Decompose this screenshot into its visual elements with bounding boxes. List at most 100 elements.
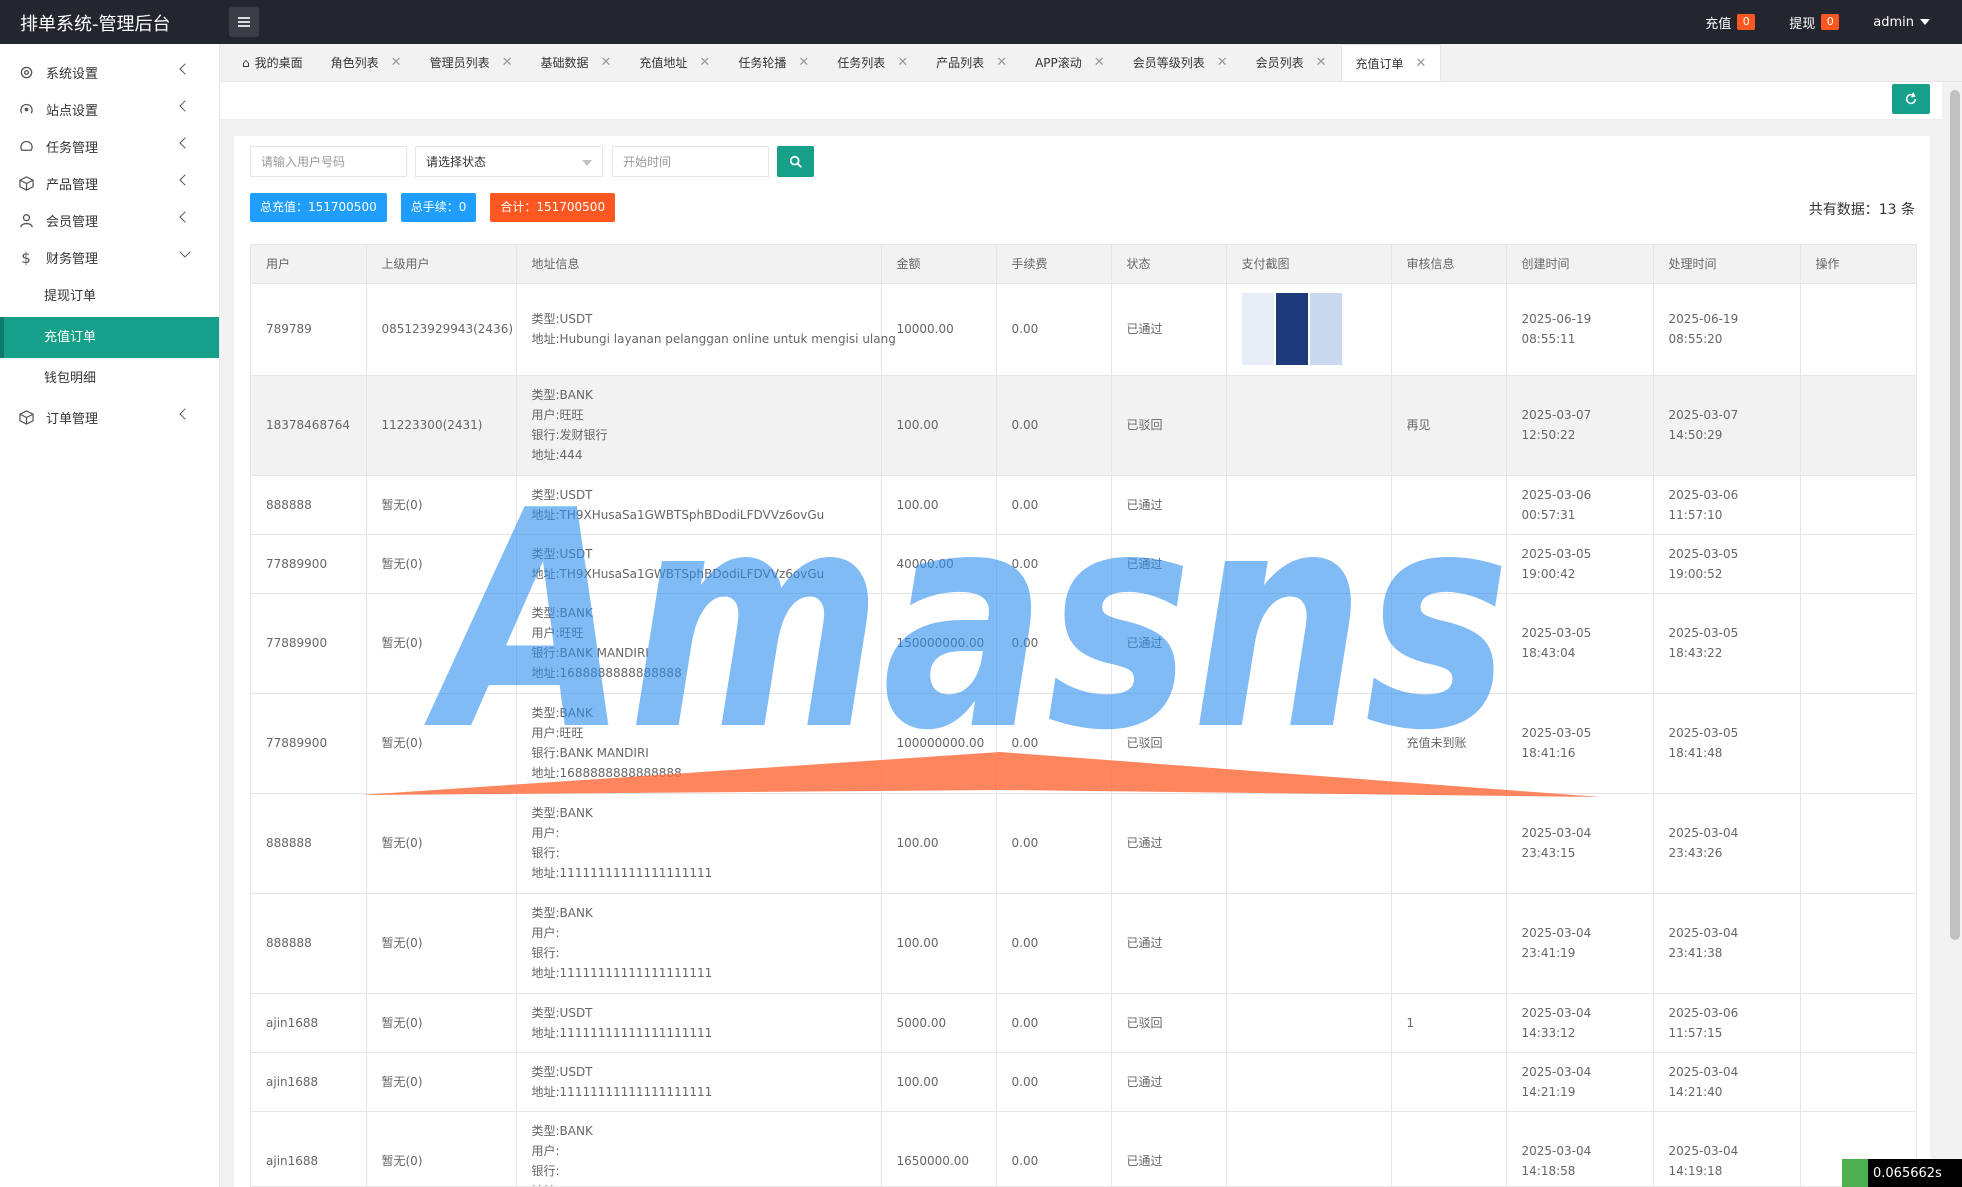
sidebar-item-label: 订单管理 [46,412,99,427]
close-icon[interactable]: ✕ [1316,55,1327,70]
cell-address: 类型:BANK 用户:旺旺 银行:BANK MANDIRI 地址:1688888888… [516,593,882,694]
cell-created: 2025-06-19 08:55:11 [1506,283,1654,376]
sidebar-subitem-recharge-orders[interactable]: 充值订单 [0,317,219,358]
sidebar-item-site-settings[interactable]: 站点设置 [0,91,219,128]
sidebar-item-label: 站点设置 [46,104,99,119]
address-line: 地址:11111111111111111111 [531,1025,713,1040]
recharge-badge: 0 [1737,14,1756,30]
cell-amount: 100000000.00 [881,693,997,794]
cell-status: 已通过 [1111,793,1227,894]
chevron-left-icon [179,211,191,223]
cell-amount: 100.00 [881,793,997,894]
cell-status: 已通过 [1111,283,1227,376]
cell-address: 类型:USDT 地址:TH9XHusaSa1GWBTSphBDodiLFDVVz6… [516,534,882,594]
cell-fee: 0.00 [996,283,1112,376]
cell-amount: 100.00 [881,475,997,535]
cell-audit: 再见 [1391,375,1507,476]
caret-down-icon [1920,19,1930,25]
thumbnail-panel [1309,293,1342,365]
cell-actions [1800,475,1916,535]
tab-member-list[interactable]: 会员列表 ✕ [1242,44,1341,81]
menu-toggle-button[interactable] [229,7,259,37]
cell-address: 类型:BANK 用户: 银行: 地址:11111111111111111111 [516,1111,882,1186]
cell-parent-user: 暂无(0) [366,475,517,535]
tab-recharge-orders[interactable]: 充值订单 ✕ [1340,44,1442,81]
address-line: 地址:11111111111111111111 [531,966,713,980]
recharge-notice[interactable]: 充值 0 [1705,13,1756,32]
user-menu[interactable]: admin [1873,15,1930,30]
close-icon[interactable]: ✕ [601,55,612,70]
tab-basic-data[interactable]: 基础数据 ✕ [526,44,625,81]
cell-processed: 2025-03-04 14:19:18 [1653,1111,1801,1186]
cell-fee: 0.00 [996,1052,1112,1112]
close-icon[interactable]: ✕ [1094,55,1105,70]
close-icon[interactable]: ✕ [897,55,908,70]
cell-audit [1391,475,1507,535]
chevron-left-icon [179,63,191,75]
cell-processed: 2025-03-04 14:21:40 [1653,1052,1801,1112]
dollar-icon: $ [21,248,31,267]
refresh-button[interactable] [1892,84,1930,114]
cell-audit: 1 [1391,993,1507,1053]
cell-fee: 0.00 [996,375,1112,476]
withdraw-notice[interactable]: 提现 0 [1789,13,1840,32]
search-button[interactable] [777,146,814,177]
start-time-input[interactable]: 开始时间 [612,146,769,177]
cell-screenshot [1226,793,1392,894]
cell-processed: 2025-03-05 18:43:22 [1653,593,1801,694]
cell-parent-user: 暂无(0) [366,793,517,894]
hamburger-icon [238,21,250,23]
order-icon [18,410,34,426]
sidebar-subitem-withdraw-orders[interactable]: 提现订单 [0,276,219,317]
sidebar-subitem-wallet-details[interactable]: 钱包明细 [0,358,219,399]
tab-product-list[interactable]: 产品列表 ✕ [922,44,1021,81]
close-icon[interactable]: ✕ [502,55,513,70]
sidebar-item-member-management[interactable]: 会员管理 [0,202,219,239]
close-icon[interactable]: ✕ [1217,55,1228,70]
close-icon[interactable]: ✕ [699,55,710,70]
user-number-input[interactable]: 请输入用户号码 [250,146,407,177]
cell-amount: 100.00 [881,893,997,994]
sidebar-item-order-management[interactable]: 订单管理 [0,399,219,436]
address-line: 银行: [531,1164,560,1178]
tab-role-list[interactable]: 角色列表 ✕ [317,44,416,81]
tab-task-list[interactable]: 任务列表 ✕ [823,44,922,81]
cell-user: ajin1688 [251,993,367,1053]
status-select-text: 请选择状态 [426,155,487,169]
cell-screenshot [1226,283,1392,376]
address-line: 地址:11111111111111111111 [531,866,713,880]
tab-task-carousel[interactable]: 任务轮播 ✕ [724,44,823,81]
cell-parent-user: 暂无(0) [366,593,517,694]
table-row: 77889900 暂无(0) 类型:BANK 用户:旺旺 银行:BANK MANDIRI… [251,593,1916,694]
sidebar-item-finance-management[interactable]: $ 财务管理 [0,239,219,276]
cell-screenshot [1226,1052,1392,1112]
address-line: 地址:444 [531,448,583,462]
payment-screenshot-thumbnail[interactable] [1241,293,1342,365]
chevron-left-icon [179,174,191,186]
cell-status: 已驳回 [1111,693,1227,794]
tab-admin-list[interactable]: 管理员列表 ✕ [416,44,527,81]
tab-member-level-list[interactable]: 会员等级列表 ✕ [1119,44,1242,81]
tab-my-desktop[interactable]: ⌂ 我的桌面 [228,44,317,81]
tab-recharge-address[interactable]: 充值地址 ✕ [625,44,724,81]
close-icon[interactable]: ✕ [996,55,1007,70]
cell-status: 已驳回 [1111,993,1227,1053]
table-row: 789789 085123929943(2436) 类型:USDT 地址:Hubung… [251,283,1916,376]
vertical-scrollbar[interactable] [1950,90,1960,940]
cell-audit: 充值未到账 [1391,693,1507,794]
address-line: 地址:1688888888888888 [531,666,682,680]
tab-app-scroll[interactable]: APP滚动 ✕ [1021,44,1119,81]
orders-table-wrap: 用户 上级用户 地址信息 金额 手续费 状态 支付截图 审核信息 创建时间 处理… [250,244,1917,1187]
cell-actions [1800,534,1916,594]
close-icon[interactable]: ✕ [391,55,402,70]
status-select[interactable]: 请选择状态 [415,146,603,177]
cell-address: 类型:BANK 用户:旺旺 银行:发财银行 地址:444 [516,375,882,476]
col-header: 上级用户 [366,245,517,284]
close-icon[interactable]: ✕ [798,55,809,70]
close-icon[interactable]: ✕ [1416,56,1427,71]
cell-status: 已通过 [1111,534,1227,594]
chevron-left-icon [179,408,191,420]
sidebar-item-product-management[interactable]: 产品管理 [0,165,219,202]
sidebar-item-task-management[interactable]: 任务管理 [0,128,219,165]
sidebar-item-system-settings[interactable]: 系统设置 [0,54,219,91]
